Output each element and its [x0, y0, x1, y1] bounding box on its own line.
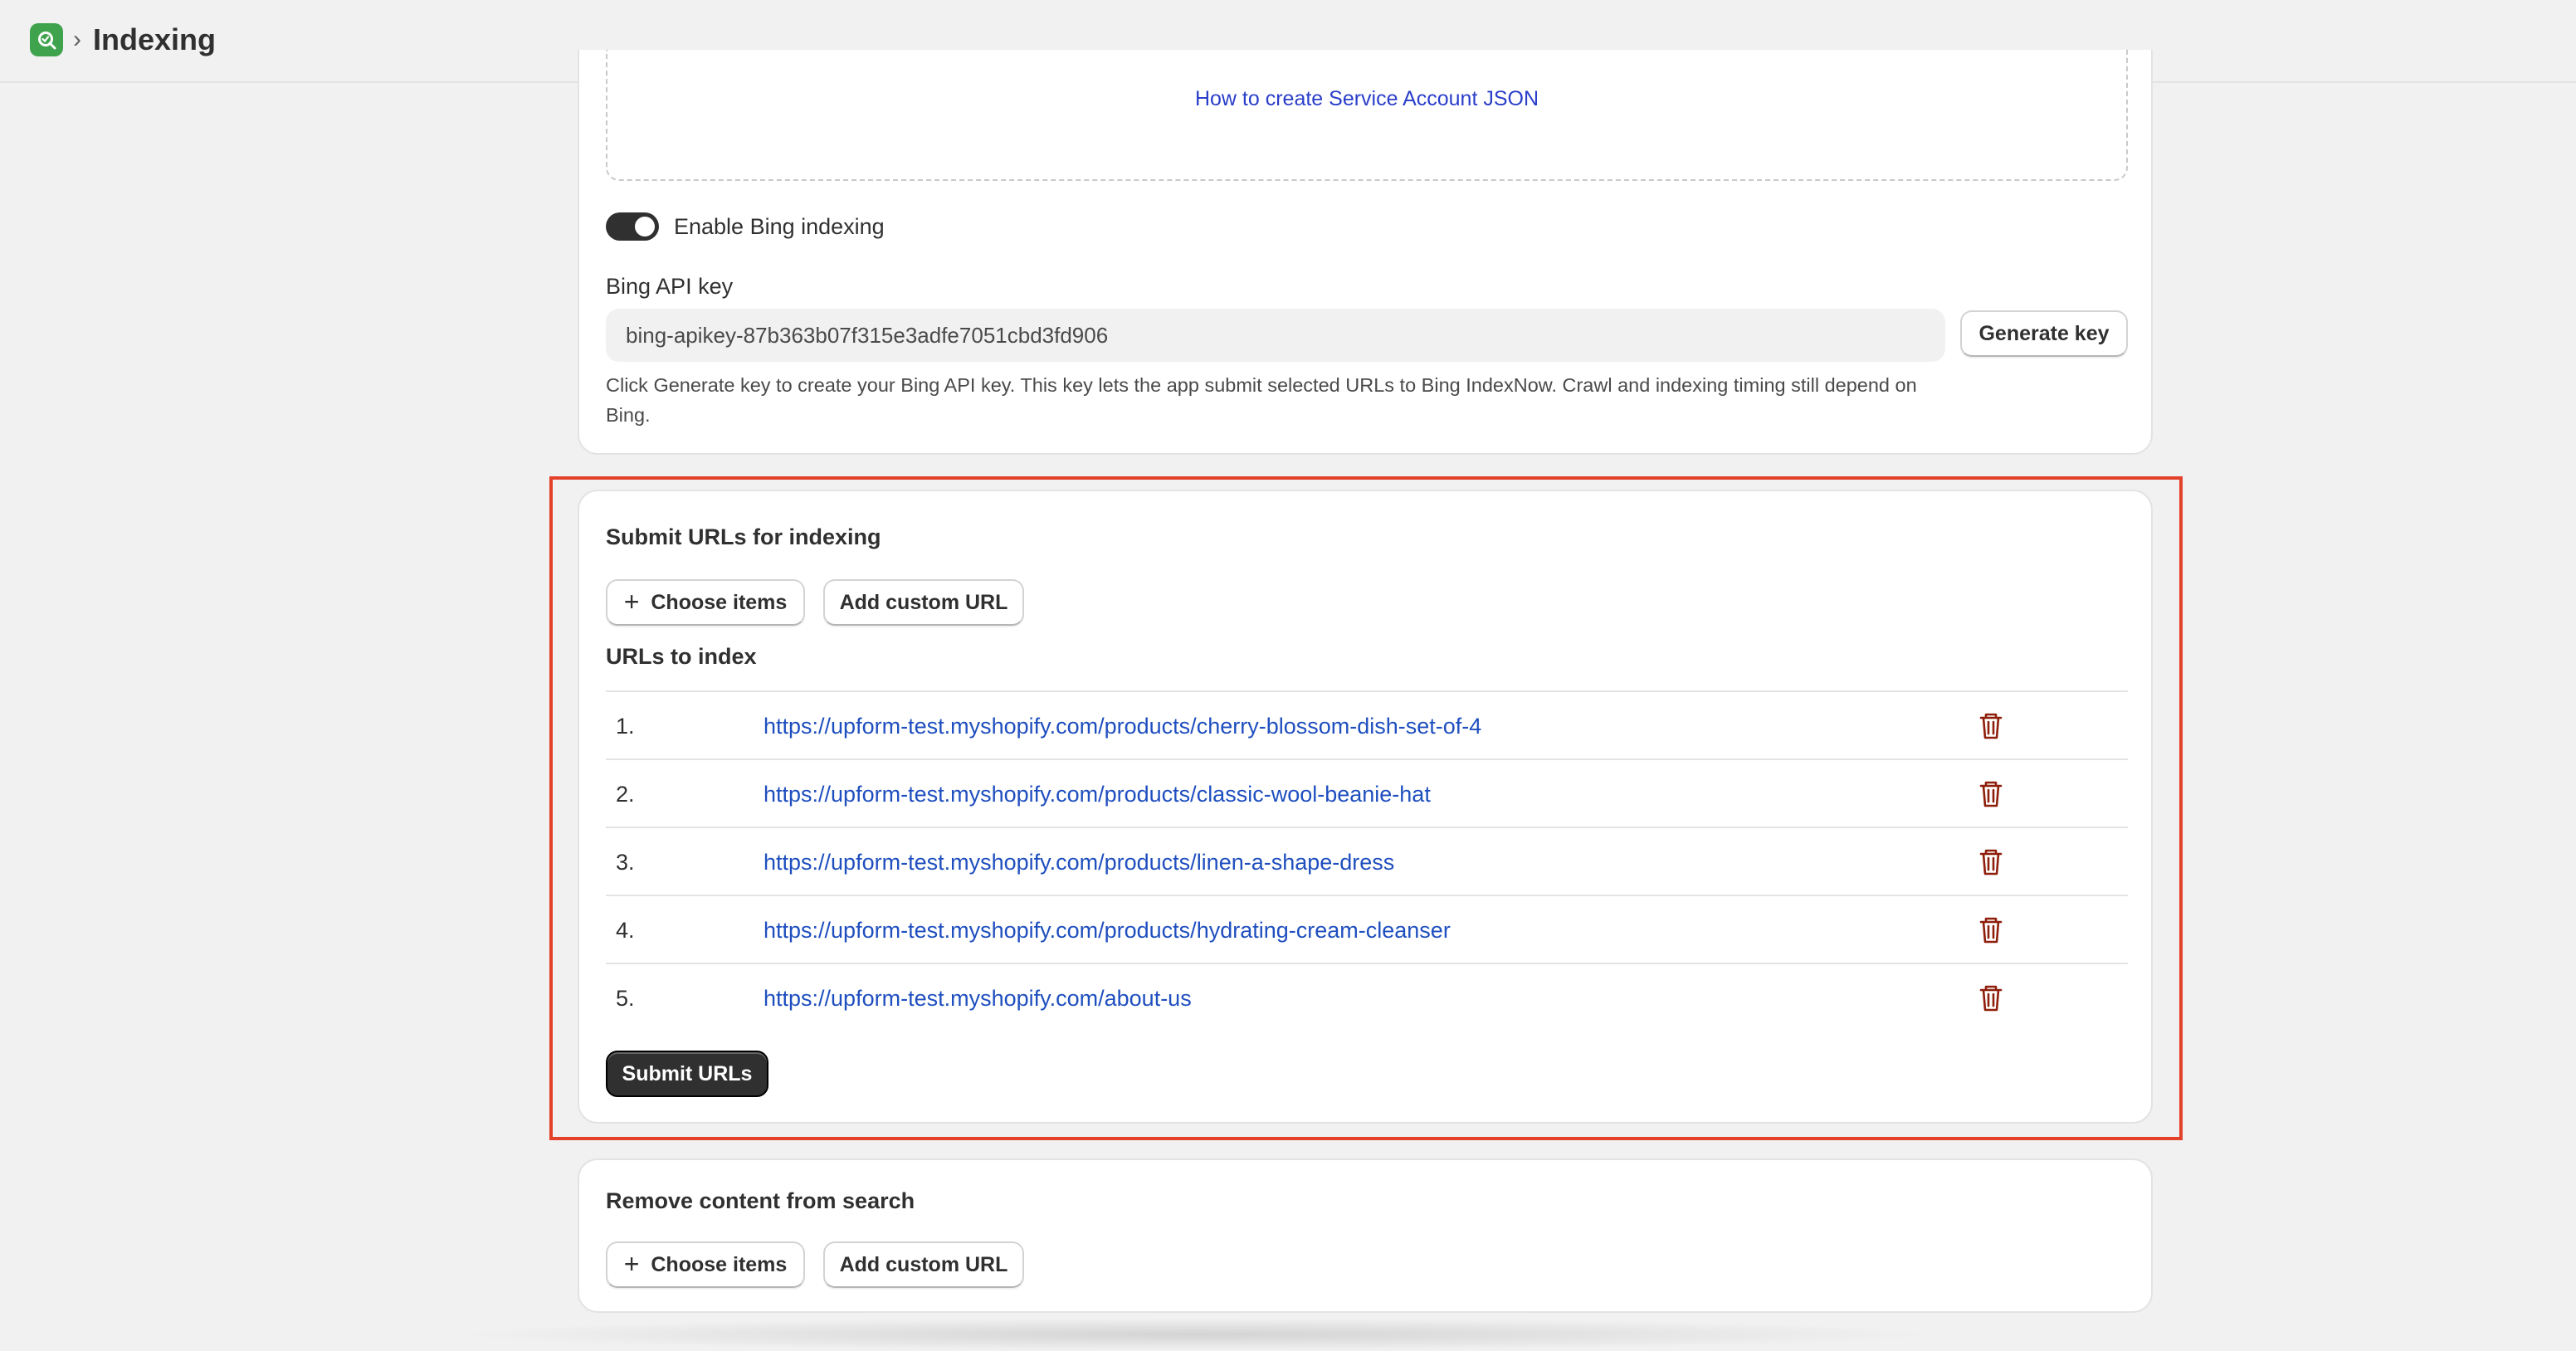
url-index: 4.	[616, 918, 635, 943]
url-index: 3.	[616, 850, 635, 875]
submit-urls-button[interactable]: Submit URLs	[606, 1051, 768, 1097]
list-item: 5. https://upform-test.myshopify.com/abo…	[606, 963, 2128, 1031]
plus-icon: +	[623, 1249, 640, 1279]
bing-toggle-label: Enable Bing indexing	[674, 214, 885, 239]
service-account-dropzone[interactable]: How to create Service Account JSON	[606, 50, 2128, 181]
remove-choose-items-button[interactable]: + Choose items	[606, 1241, 805, 1288]
delete-icon[interactable]	[1978, 916, 2003, 944]
bottom-shadow	[448, 1318, 1942, 1351]
url-index: 1.	[616, 714, 635, 739]
urls-list: 1. https://upform-test.myshopify.com/pro…	[606, 690, 2128, 1031]
bing-help-text: Click Generate key to create your Bing A…	[606, 374, 1917, 426]
url-link[interactable]: https://upform-test.myshopify.com/produc…	[764, 914, 1451, 946]
remove-content-card: Remove content from search + Choose item…	[578, 1158, 2153, 1313]
submit-urls-heading: Submit URLs for indexing	[606, 524, 881, 549]
delete-icon[interactable]	[1978, 984, 2003, 1012]
plus-icon: +	[623, 587, 640, 617]
choose-items-label: Choose items	[651, 1252, 788, 1276]
urls-to-index-heading: URLs to index	[606, 644, 757, 669]
delete-icon[interactable]	[1978, 848, 2003, 876]
generate-key-button[interactable]: Generate key	[1960, 310, 2128, 357]
app-logo-icon[interactable]	[30, 23, 63, 56]
delete-icon[interactable]	[1978, 712, 2003, 740]
url-link[interactable]: https://upform-test.myshopify.com/produc…	[764, 778, 1431, 810]
url-link[interactable]: https://upform-test.myshopify.com/about-…	[764, 983, 1192, 1014]
bing-api-key-field[interactable]: bing-apikey-87b363b07f315e3adfe7051cbd3f…	[606, 309, 1945, 362]
list-item: 3. https://upform-test.myshopify.com/pro…	[606, 827, 2128, 895]
choose-items-button[interactable]: + Choose items	[606, 579, 805, 626]
add-custom-url-button[interactable]: Add custom URL	[823, 579, 1024, 626]
choose-items-label: Choose items	[651, 590, 788, 614]
bing-indexing-toggle[interactable]	[606, 212, 659, 241]
list-item: 2. https://upform-test.myshopify.com/pro…	[606, 758, 2128, 827]
list-item: 4. https://upform-test.myshopify.com/pro…	[606, 895, 2128, 963]
remove-add-custom-url-button[interactable]: Add custom URL	[823, 1241, 1024, 1288]
howto-service-account-link[interactable]: How to create Service Account JSON	[607, 85, 2126, 113]
url-link[interactable]: https://upform-test.myshopify.com/produc…	[764, 710, 1481, 742]
url-index: 5.	[616, 986, 635, 1011]
toggle-knob	[635, 217, 655, 237]
url-index: 2.	[616, 782, 635, 807]
bing-api-key-label: Bing API key	[606, 274, 734, 299]
url-link[interactable]: https://upform-test.myshopify.com/produc…	[764, 846, 1394, 878]
delete-icon[interactable]	[1978, 780, 2003, 808]
breadcrumb-separator: ›	[73, 26, 81, 53]
submit-urls-card: Submit URLs for indexing + Choose items …	[578, 490, 2153, 1124]
page-title: Indexing	[93, 22, 217, 56]
remove-content-heading: Remove content from search	[606, 1188, 915, 1213]
list-item: 1. https://upform-test.myshopify.com/pro…	[606, 690, 2128, 758]
indexing-settings-card: How to create Service Account JSON Enabl…	[578, 50, 2153, 455]
